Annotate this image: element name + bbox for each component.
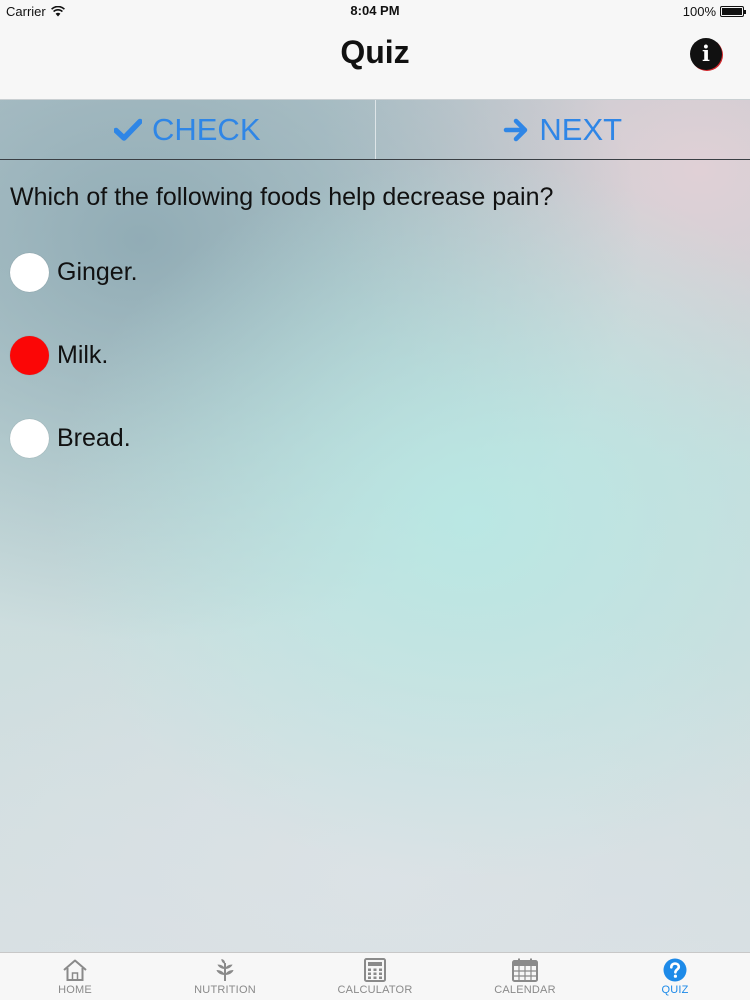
tab-label: QUIZ [661, 984, 689, 996]
radio-button[interactable] [10, 252, 49, 292]
battery-fill [722, 8, 742, 15]
tab-nutrition[interactable]: NUTRITION [150, 953, 300, 1000]
answer-option-bread[interactable]: Bread. [10, 418, 740, 458]
question-icon [663, 958, 687, 982]
answer-label: Ginger. [57, 257, 138, 286]
info-icon: i [702, 41, 710, 66]
plant-icon [216, 959, 234, 981]
answer-label: Milk. [57, 340, 109, 369]
calendar-icon [512, 958, 538, 982]
battery-percent: 100% [682, 4, 716, 19]
answer-option-milk[interactable]: Milk. [10, 335, 740, 375]
battery-icon [720, 6, 746, 17]
tab-calendar[interactable]: CALENDAR [450, 953, 600, 1000]
check-button[interactable]: CHECK [0, 100, 376, 159]
status-bar: Carrier 8:04 PM 100% [0, 0, 750, 22]
status-time: 8:04 PM [350, 3, 400, 18]
tab-calculator[interactable]: CALCULATOR [300, 953, 450, 1000]
next-label: NEXT [539, 111, 623, 147]
info-button[interactable]: i [690, 38, 722, 70]
carrier-info: Carrier [6, 4, 65, 19]
carrier-label: Carrier [6, 4, 46, 19]
action-bar: CHECK NEXT [0, 100, 750, 160]
wifi-icon [50, 6, 65, 17]
quiz-question: Which of the following foods help decrea… [10, 183, 554, 211]
tab-label: CALENDAR [494, 984, 556, 996]
page-title: Quiz [340, 34, 410, 70]
answer-options: Ginger. Milk. Bread. [10, 252, 740, 501]
tab-bar: HOME NUTRITION CALCULATOR CALENDAR QUIZ [0, 952, 750, 1000]
arrow-right-icon [504, 118, 528, 141]
tab-label: NUTRITION [194, 984, 256, 996]
navigation-bar: Quiz i [0, 22, 750, 100]
radio-button[interactable] [10, 335, 49, 375]
next-button[interactable]: NEXT [376, 100, 750, 159]
home-icon [63, 959, 87, 981]
battery-status: 100% [682, 4, 746, 19]
tab-quiz[interactable]: QUIZ [600, 953, 750, 1000]
answer-option-ginger[interactable]: Ginger. [10, 252, 740, 292]
answer-label: Bread. [57, 423, 131, 452]
check-label: CHECK [151, 111, 261, 147]
checkmark-icon [113, 118, 142, 141]
radio-button[interactable] [10, 418, 49, 458]
tab-home[interactable]: HOME [0, 953, 150, 1000]
tab-label: HOME [58, 984, 92, 996]
calculator-icon [364, 958, 386, 982]
tab-label: CALCULATOR [337, 984, 413, 996]
